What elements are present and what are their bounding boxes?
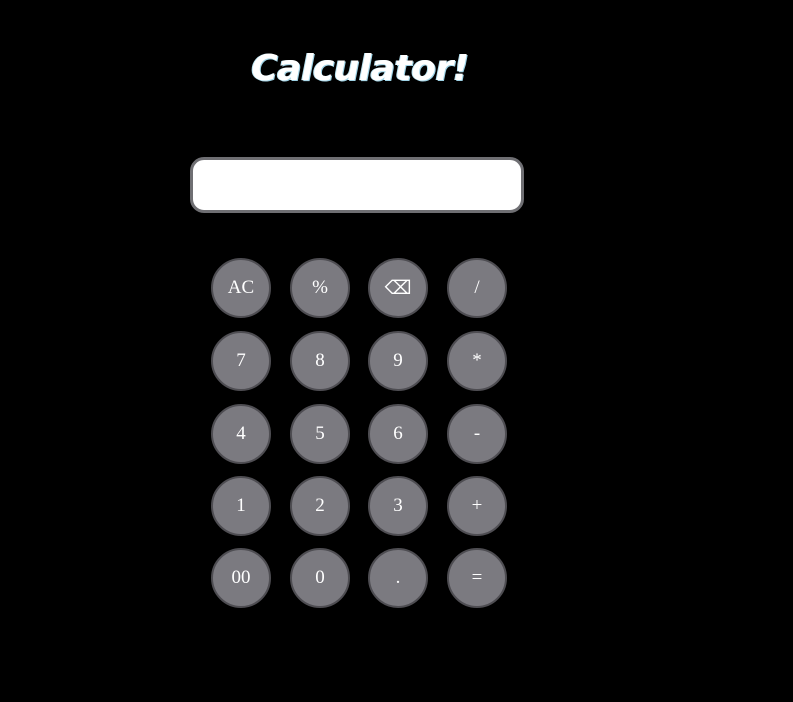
backspace-icon: ⌫ [384,277,412,299]
digit-7-button[interactable]: 7 [211,331,271,391]
digit-5-button[interactable]: 5 [290,404,350,464]
digit-2-button[interactable]: 2 [290,476,350,536]
digit-6-button[interactable]: 6 [368,404,428,464]
backspace-button[interactable]: ⌫ [368,258,428,318]
decimal-button[interactable]: . [368,548,428,608]
digit-3-button[interactable]: 3 [368,476,428,536]
percent-button[interactable]: % [290,258,350,318]
divide-button[interactable]: / [447,258,507,318]
digit-0-button[interactable]: 0 [290,548,350,608]
add-button[interactable]: + [447,476,507,536]
page-title: Calculator! [251,48,469,89]
multiply-button[interactable]: * [447,331,507,391]
equals-button[interactable]: = [447,548,507,608]
digit-9-button[interactable]: 9 [368,331,428,391]
subtract-button[interactable]: - [447,404,507,464]
double-zero-button[interactable]: 00 [211,548,271,608]
calculator-display[interactable] [190,157,524,213]
digit-1-button[interactable]: 1 [211,476,271,536]
clear-button[interactable]: AC [211,258,271,318]
digit-4-button[interactable]: 4 [211,404,271,464]
digit-8-button[interactable]: 8 [290,331,350,391]
